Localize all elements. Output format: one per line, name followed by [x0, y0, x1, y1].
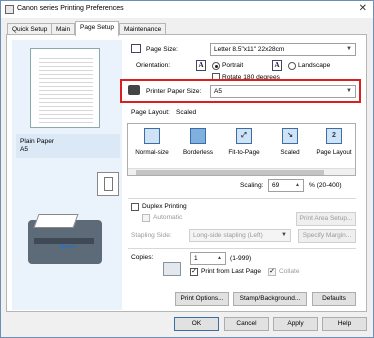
divider [128, 198, 356, 199]
print-options-button[interactable]: Print Options... [175, 292, 229, 306]
printer-paper-size-label: Printer Paper Size: [146, 88, 202, 95]
print-area-setup-button[interactable]: Print Area Setup... [296, 212, 356, 226]
copies-stack-icon [163, 262, 181, 276]
layout-fit-to-page-label: Fit-to-Page [228, 149, 260, 156]
scrollbar-thumb[interactable] [136, 170, 324, 175]
printer-app-icon [5, 5, 14, 14]
duplex-printing-label: Duplex Printing [142, 203, 187, 210]
stapling-side-select[interactable]: Long-side stapling (Left) ▼ [189, 229, 291, 242]
page-layout-list: Normal-size Borderless ⤢ Fit-to-Page ↘ Sca… [127, 123, 356, 176]
chevron-down-icon: ▼ [281, 232, 287, 238]
portrait-radio[interactable] [212, 62, 220, 70]
apply-button[interactable]: Apply [273, 317, 318, 331]
page-size-select[interactable]: Letter 8.5"x11" 22x28cm ▼ [210, 43, 356, 56]
scaling-value: 69 [272, 182, 280, 189]
page-layout-label: Page Layout: [131, 109, 170, 116]
printer-paper-size-value: A5 [214, 88, 222, 95]
page-size-label: Page Size: [146, 46, 178, 53]
collate-checkbox[interactable]: ✓ [268, 268, 276, 276]
layout-horizontal-scrollbar[interactable] [128, 168, 355, 175]
media-type-label: Plain Paper [20, 138, 55, 145]
divider [128, 248, 356, 249]
spinner-icon[interactable]: ▲ [295, 180, 300, 191]
page-layout-value: Scaled [176, 109, 197, 116]
feed-arrow-icon: ⟵ [60, 241, 76, 253]
portrait-label: Portrait [222, 62, 244, 69]
landscape-icon: A [272, 60, 282, 71]
duplex-automatic-checkbox[interactable] [142, 214, 150, 222]
collate-label: Collate [279, 268, 300, 275]
copies-label: Copies: [131, 254, 154, 261]
specify-margin-button[interactable]: Specify Margin... [298, 229, 356, 243]
preview-text-lines [39, 55, 93, 123]
fit-to-page-icon: ⤢ [236, 128, 252, 144]
landscape-label: Landscape [298, 62, 331, 69]
ok-button[interactable]: OK [174, 317, 219, 331]
defaults-button[interactable]: Defaults [312, 292, 356, 306]
layout-normal-size[interactable]: Normal-size [130, 128, 174, 164]
page-size-value: Letter 8.5"x11" 22x28cm [214, 46, 285, 53]
printer-icon [128, 85, 140, 95]
layout-scaled[interactable]: ↘ Scaled [268, 128, 312, 164]
help-button[interactable]: Help [322, 317, 367, 331]
copies-value: 1 [194, 255, 198, 262]
layout-page-layout[interactable]: 2 Page Layout [312, 128, 356, 164]
window-title: Canon series Printing Preferences [17, 5, 124, 12]
page-preview [30, 48, 100, 128]
orientation-label: Orientation: [136, 62, 171, 69]
layout-page-layout-label: Page Layout [316, 149, 352, 156]
borderless-icon [190, 128, 206, 144]
tab-page-setup[interactable]: Page Setup [75, 21, 119, 36]
layout-normal-size-label: Normal-size [135, 149, 169, 156]
paper-size-label: A5 [20, 146, 29, 153]
print-from-last-page-label: Print from Last Page [201, 268, 262, 275]
media-info-box: Plain Paper A5 [16, 134, 120, 158]
printer-paper-size-select[interactable]: A5 ▼ [210, 85, 356, 98]
portrait-icon: A [196, 60, 206, 71]
normal-size-icon [144, 128, 160, 144]
scaled-icon: ↘ [282, 128, 298, 144]
stamp-background-button[interactable]: Stamp/Background... [233, 292, 307, 306]
page-size-icon [131, 44, 141, 53]
duplex-automatic-label: Automatic [153, 214, 183, 221]
close-icon[interactable]: ✕ [359, 3, 367, 14]
page-layout-icon: 2 [326, 128, 342, 144]
stapling-side-label: Stapling Side: [131, 232, 172, 239]
layout-fit-to-page[interactable]: ⤢ Fit-to-Page [222, 128, 266, 164]
stapling-side-value: Long-side stapling (Left) [193, 232, 263, 239]
scaling-range-label: % (20-400) [309, 182, 342, 189]
landscape-radio[interactable] [288, 62, 296, 70]
scaling-label: Scaling: [240, 182, 264, 189]
print-from-last-page-checkbox[interactable]: ✓ [190, 268, 198, 276]
scaling-input[interactable]: 69 ▲ [268, 179, 304, 192]
chevron-down-icon: ▼ [346, 88, 352, 94]
title-bar: Canon series Printing Preferences ✕ [1, 1, 373, 18]
copies-input[interactable]: 1 ▲ [190, 252, 226, 265]
duplex-printing-checkbox[interactable] [131, 203, 139, 211]
layout-borderless-label: Borderless [182, 149, 214, 156]
cancel-button[interactable]: Cancel [224, 317, 269, 331]
copies-range-label: (1-999) [230, 255, 252, 262]
layout-borderless[interactable]: Borderless [176, 128, 220, 164]
paper-thumbnail-icon [97, 172, 119, 196]
chevron-down-icon: ▼ [346, 46, 352, 52]
spinner-icon[interactable]: ▲ [217, 253, 222, 264]
